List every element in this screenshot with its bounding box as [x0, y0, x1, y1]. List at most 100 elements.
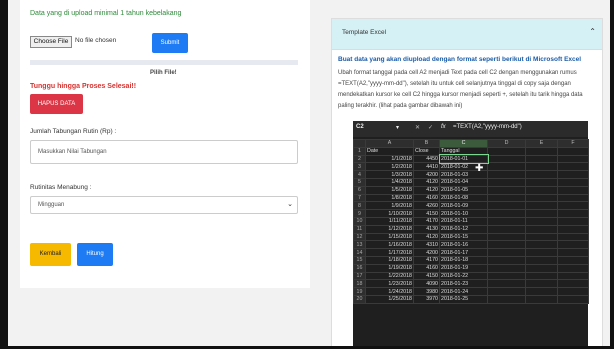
empty-cell [487, 162, 526, 172]
check-icon: ✓ [428, 125, 434, 131]
date-cell: 1/9/2018 [365, 201, 414, 211]
empty-cell [525, 248, 558, 257]
template-title: Template Excel [342, 29, 387, 36]
page: Data yang di upload minimal 1 tahun kebe… [0, 0, 614, 349]
wait-message: Tunggu hingga Proses Selesai!! [30, 83, 137, 90]
empty-cell [525, 177, 558, 187]
table-row: 19 1/24/2018 3980 2018-01-24 [353, 287, 589, 296]
chevron-up-icon: ⌃ [589, 27, 596, 36]
empty-cell [525, 271, 558, 281]
empty-cell [557, 232, 589, 242]
routine-label: Rutinitas Menabung : [30, 184, 92, 191]
empty-cell [525, 201, 558, 211]
formula-bar: ▾ C2 ✕ ✓ fx =TEXT(A2,"yyyy-mm-dd") [353, 121, 588, 137]
table-row: 15 1/18/2018 4170 2018-01-18 [353, 255, 589, 265]
empty-cell [525, 216, 558, 226]
progress-bar [30, 60, 298, 65]
empty-cell [487, 294, 526, 304]
row-number: 2 [353, 154, 366, 164]
empty-cell [525, 263, 558, 273]
close-cell: 4260 [413, 201, 440, 211]
spreadsheet-grid: A B C D E F 1 Date Close Tanggal 2 1/1/2018 4450 2018… [353, 139, 589, 304]
table-row: 2 1/1/2018 4450 2018-01-01 [353, 154, 589, 164]
row-number: 15 [353, 255, 366, 265]
empty-cell [557, 255, 589, 265]
calculate-button[interactable]: Hitung [77, 243, 113, 266]
empty-cell [525, 279, 558, 289]
close-cell: 4130 [413, 224, 440, 234]
savings-input[interactable]: Masukkan Nilai Tabungan [30, 140, 298, 164]
date-cell: 1/5/2018 [365, 185, 414, 195]
table-row: 17 1/22/2018 4150 2018-01-22 [353, 271, 589, 281]
empty-cell [487, 185, 526, 195]
empty-cell [557, 185, 589, 195]
header-cell: Date [365, 146, 414, 156]
close-cell: 4120 [413, 232, 440, 242]
row-number: 7 [353, 193, 366, 203]
tanggal-cell: 2018-01-09 [439, 201, 488, 211]
table-row: 7 1/8/2018 4160 2018-01-08 [353, 193, 589, 203]
corner-cell [353, 139, 366, 148]
screen-border-left [0, 0, 8, 349]
column-header: D [487, 139, 526, 148]
chevron-down-icon: ⌄ [287, 201, 293, 208]
empty-cell [525, 170, 558, 179]
routine-select[interactable]: Mingguan ⌄ [30, 196, 298, 214]
empty-cell [557, 279, 589, 289]
table-row: 10 1/11/2018 4170 2018-01-11 [353, 216, 589, 226]
empty-cell [525, 255, 558, 265]
close-cell: 4090 [413, 279, 440, 289]
column-header: A [365, 139, 414, 148]
close-cell: 4200 [413, 248, 440, 257]
column-header: B [413, 139, 440, 148]
empty-cell [557, 240, 589, 250]
empty-cell [525, 154, 558, 164]
row-number: 11 [353, 224, 366, 234]
back-button[interactable]: Kembali [30, 243, 71, 266]
row-number: 9 [353, 209, 366, 218]
empty-cell [487, 255, 526, 265]
date-cell: 1/22/2018 [365, 271, 414, 281]
close-cell: 3970 [413, 294, 440, 304]
routine-select-value: Mingguan [38, 202, 65, 208]
date-cell: 1/2/2018 [365, 162, 414, 172]
date-cell: 1/16/2018 [365, 240, 414, 250]
table-row: 3 1/2/2018 4410 2018-01-02 [353, 162, 589, 172]
close-cell: 4160 [413, 193, 440, 203]
close-cell: 4120 [413, 185, 440, 195]
row-number: 3 [353, 162, 366, 172]
submit-button[interactable]: Submit [152, 33, 188, 53]
close-cell: 4170 [413, 216, 440, 226]
header-cell: Close [413, 146, 440, 156]
tanggal-cell: 2018-01-10 [439, 209, 488, 218]
savings-label: Jumlah Tabungan Rutin (Rp) : [30, 128, 117, 135]
empty-cell [525, 162, 558, 172]
delete-data-button[interactable]: HAPUS DATA [30, 94, 83, 114]
close-cell: 4200 [413, 170, 440, 179]
table-row: 16 1/19/2018 4160 2018-01-19 [353, 263, 589, 273]
date-cell: 1/3/2018 [365, 170, 414, 179]
tanggal-cell: 2018-01-04 [439, 177, 488, 187]
choose-file-button[interactable]: Choose File [30, 36, 72, 48]
close-cell: 4170 [413, 255, 440, 265]
empty-cell [557, 201, 589, 211]
empty-cell [557, 271, 589, 281]
row-number: 16 [353, 263, 366, 273]
row-number: 6 [353, 185, 366, 195]
empty-cell [525, 209, 558, 218]
column-header-row: ABCDEF [353, 139, 589, 148]
row-number: 18 [353, 279, 366, 289]
empty-cell [487, 240, 526, 250]
empty-cell [487, 170, 526, 179]
empty-cell [525, 232, 558, 242]
empty-cell [525, 146, 558, 156]
function-icon: fx [441, 124, 446, 130]
column-header: F [557, 139, 589, 148]
date-cell: 1/18/2018 [365, 255, 414, 265]
tanggal-cell: 2018-01-23 [439, 279, 488, 289]
template-header[interactable]: Template Excel ⌃ [332, 19, 602, 50]
formula-text: =TEXT(A2,"yyyy-mm-dd") [453, 124, 522, 130]
row-number: 8 [353, 201, 366, 211]
tanggal-cell: 2018-01-18 [439, 255, 488, 265]
row-number: 1 [353, 146, 366, 156]
